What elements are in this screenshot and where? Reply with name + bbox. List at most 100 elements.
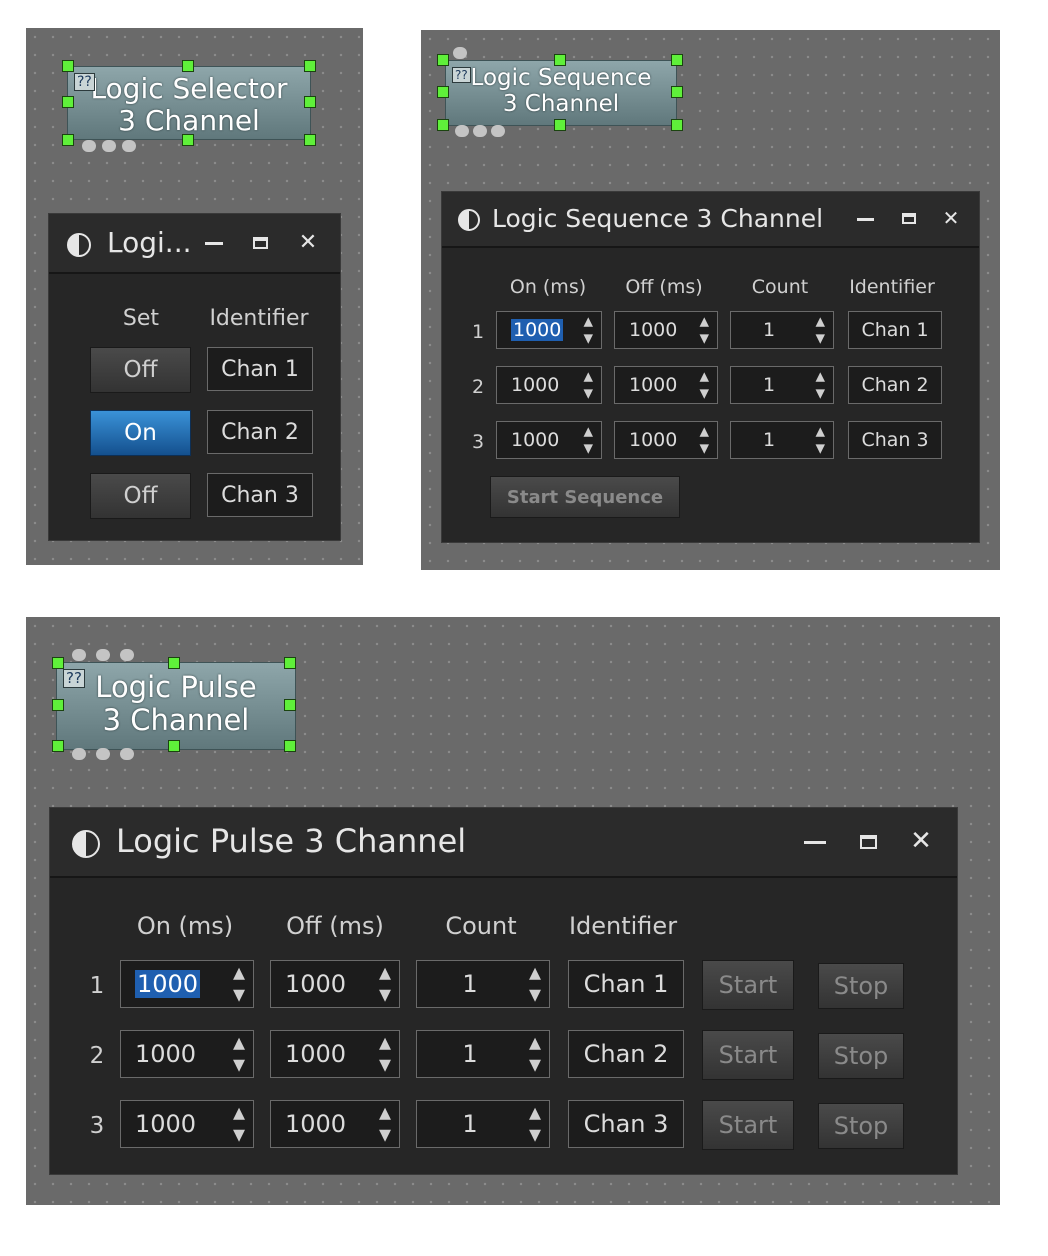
logic-sequence-block[interactable]: ?? Logic Sequence 3 Channel [445,60,677,126]
start-button[interactable]: Start [702,1100,794,1150]
spinner-arrows-icon[interactable]: ▴ ▾ [583,311,593,348]
spinner-arrows-icon[interactable]: ▴ ▾ [583,421,593,458]
close-icon[interactable]: ✕ [941,208,961,228]
input-port[interactable] [96,649,110,661]
resize-handle[interactable] [182,134,194,146]
spinner-arrows-icon[interactable]: ▴ ▾ [529,1031,541,1077]
spinner-arrows-icon[interactable]: ▴ ▾ [233,1101,245,1147]
resize-handle[interactable] [52,657,64,669]
start-button[interactable]: Start [702,960,794,1010]
resize-handle[interactable] [52,740,64,752]
off-ms-spinbox[interactable]: 1000 ▴ ▾ [270,1030,400,1078]
spinner-arrows-icon[interactable]: ▴ ▾ [233,1031,245,1077]
identifier-field[interactable]: Chan 1 [848,311,942,349]
resize-handle[interactable] [671,54,683,66]
window-titlebar[interactable]: Logic Sequence 3 Channel ✕ [442,192,979,248]
start-sequence-button[interactable]: Start Sequence [490,476,680,518]
resize-handle[interactable] [437,86,449,98]
output-port[interactable] [96,748,110,760]
input-port[interactable] [453,47,467,59]
off-ms-spinbox[interactable]: 1000 ▴ ▾ [614,311,718,349]
count-spinbox[interactable]: 1 ▴ ▾ [730,421,834,459]
spinner-arrows-icon[interactable]: ▴ ▾ [379,1101,391,1147]
logic-pulse-block[interactable]: ?? Logic Pulse 3 Channel [56,662,296,750]
close-icon[interactable]: ✕ [908,828,934,854]
set-toggle-button[interactable]: Off [90,473,191,519]
resize-handle[interactable] [304,134,316,146]
identifier-field[interactable]: Chan 2 [207,410,313,454]
resize-handle[interactable] [62,96,74,108]
resize-handle[interactable] [437,119,449,131]
minimize-icon[interactable] [804,841,826,844]
spinner-arrows-icon[interactable]: ▴ ▾ [583,366,593,403]
count-spinbox[interactable]: 1 ▴ ▾ [416,960,550,1008]
on-ms-spinbox[interactable]: 1000 ▴ ▾ [120,1030,254,1078]
count-spinbox[interactable]: 1 ▴ ▾ [416,1100,550,1148]
spinner-arrows-icon[interactable]: ▴ ▾ [379,1031,391,1077]
spinner-arrows-icon[interactable]: ▴ ▾ [233,961,245,1007]
spinner-arrows-icon[interactable]: ▴ ▾ [815,311,825,348]
count-spinbox[interactable]: 1 ▴ ▾ [416,1030,550,1078]
close-icon[interactable]: ✕ [297,232,319,254]
on-ms-spinbox[interactable]: 1000 ▴ ▾ [120,960,254,1008]
resize-handle[interactable] [182,60,194,72]
resize-handle[interactable] [554,119,566,131]
stop-button[interactable]: Stop [818,963,904,1009]
spinner-arrows-icon[interactable]: ▴ ▾ [379,961,391,1007]
identifier-field[interactable]: Chan 1 [568,960,684,1008]
resize-handle[interactable] [437,54,449,66]
output-port[interactable] [455,125,469,137]
output-port[interactable] [120,748,134,760]
minimize-icon[interactable] [857,218,874,221]
off-ms-spinbox[interactable]: 1000 ▴ ▾ [614,366,718,404]
on-ms-spinbox[interactable]: 1000 ▴ ▾ [496,366,602,404]
window-titlebar[interactable]: Logi... ✕ [49,214,340,274]
output-port[interactable] [82,140,96,152]
input-port[interactable] [72,649,86,661]
on-ms-spinbox[interactable]: 1000 ▴ ▾ [496,311,602,349]
output-port[interactable] [102,140,116,152]
resize-handle[interactable] [671,86,683,98]
identifier-field[interactable]: Chan 2 [568,1030,684,1078]
resize-handle[interactable] [554,54,566,66]
spinner-arrows-icon[interactable]: ▴ ▾ [815,366,825,403]
spinner-arrows-icon[interactable]: ▴ ▾ [699,366,709,403]
resize-handle[interactable] [62,134,74,146]
count-spinbox[interactable]: 1 ▴ ▾ [730,366,834,404]
output-port[interactable] [72,748,86,760]
maximize-icon[interactable] [253,237,268,249]
resize-handle[interactable] [304,96,316,108]
resize-handle[interactable] [671,119,683,131]
resize-handle[interactable] [304,60,316,72]
output-port[interactable] [473,125,487,137]
identifier-field[interactable]: Chan 3 [848,421,942,459]
identifier-field[interactable]: Chan 3 [568,1100,684,1148]
off-ms-spinbox[interactable]: 1000 ▴ ▾ [270,960,400,1008]
start-button[interactable]: Start [702,1030,794,1080]
on-ms-spinbox[interactable]: 1000 ▴ ▾ [120,1100,254,1148]
window-titlebar[interactable]: Logic Pulse 3 Channel ✕ [50,808,957,878]
resize-handle[interactable] [284,657,296,669]
on-ms-spinbox[interactable]: 1000 ▴ ▾ [496,421,602,459]
identifier-field[interactable]: Chan 2 [848,366,942,404]
maximize-icon[interactable] [902,213,916,224]
off-ms-spinbox[interactable]: 1000 ▴ ▾ [270,1100,400,1148]
spinner-arrows-icon[interactable]: ▴ ▾ [699,421,709,458]
resize-handle[interactable] [168,740,180,752]
logic-selector-block[interactable]: ?? Logic Selector 3 Channel [67,66,311,140]
stop-button[interactable]: Stop [818,1033,904,1079]
resize-handle[interactable] [168,657,180,669]
stop-button[interactable]: Stop [818,1103,904,1149]
resize-handle[interactable] [52,699,64,711]
count-spinbox[interactable]: 1 ▴ ▾ [730,311,834,349]
resize-handle[interactable] [284,740,296,752]
off-ms-spinbox[interactable]: 1000 ▴ ▾ [614,421,718,459]
resize-handle[interactable] [62,60,74,72]
set-toggle-button[interactable]: On [90,410,191,456]
spinner-arrows-icon[interactable]: ▴ ▾ [529,1101,541,1147]
spinner-arrows-icon[interactable]: ▴ ▾ [529,961,541,1007]
maximize-icon[interactable] [860,835,877,849]
spinner-arrows-icon[interactable]: ▴ ▾ [699,311,709,348]
identifier-field[interactable]: Chan 1 [207,347,313,391]
minimize-icon[interactable] [205,242,223,245]
